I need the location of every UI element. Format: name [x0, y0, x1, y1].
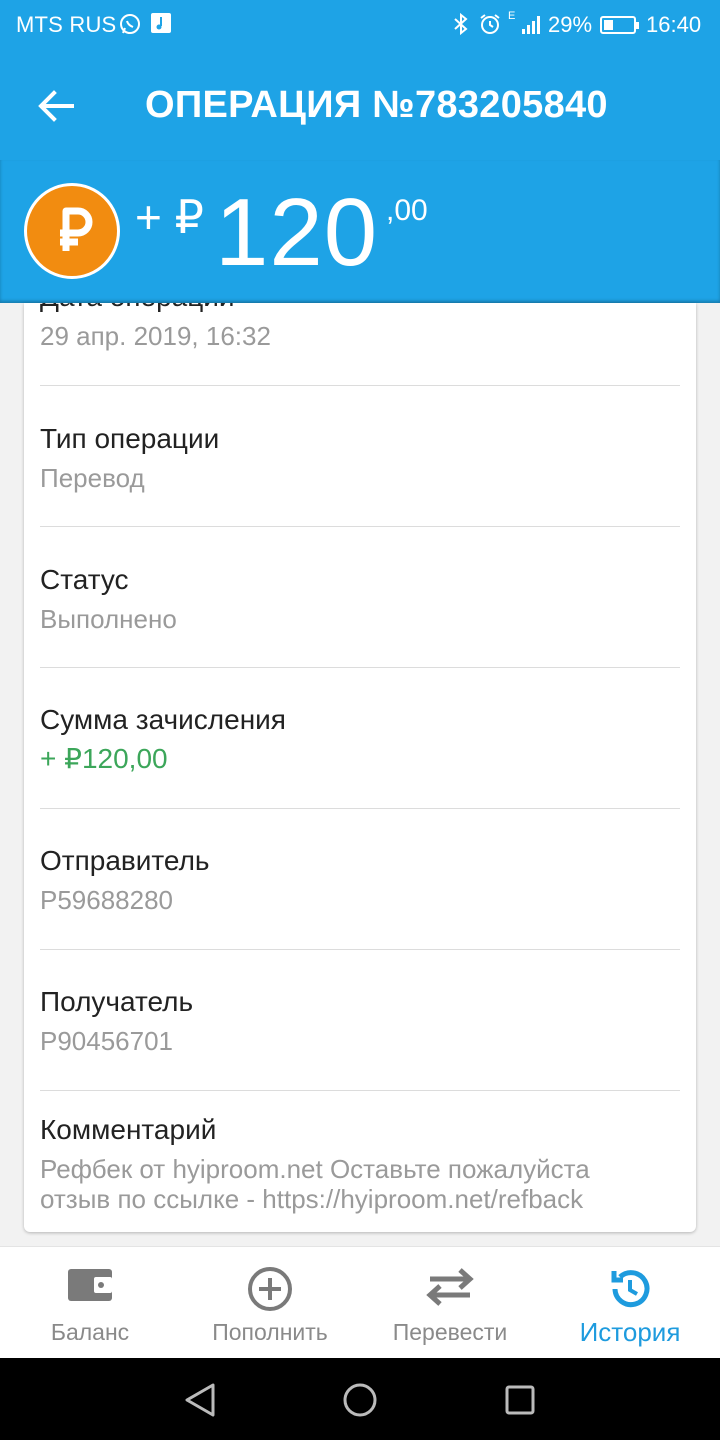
field-type: Тип операции Перевод: [40, 421, 680, 495]
signal-icon: [522, 14, 544, 34]
network-type: E: [508, 10, 516, 22]
circle-home-icon: [343, 1383, 377, 1417]
bluetooth-icon: [452, 12, 470, 42]
divider: [40, 949, 680, 950]
field-sender: Отправитель P59688280: [40, 843, 680, 917]
field-status-label: Статус: [40, 564, 129, 595]
field-recipient-value: P90456701: [40, 1026, 174, 1056]
battery-percent: 29%: [548, 12, 593, 37]
system-navigation-bar: [0, 1358, 720, 1440]
field-comment-line-2: отзыв по ссылке - https://hyiproom.net/r…: [40, 1184, 584, 1214]
history-icon: [606, 1265, 654, 1318]
field-sender-label: Отправитель: [40, 845, 210, 876]
wallet-icon: [66, 1265, 114, 1310]
field-credit-value: + ₽120,00: [40, 743, 168, 774]
nav-item-balance[interactable]: Баланс: [0, 1247, 180, 1359]
nav-item-label: Перевести: [392, 1319, 508, 1345]
amount-sign: + ₽: [135, 191, 204, 243]
divider: [40, 808, 680, 809]
amount-value: 120: [215, 179, 379, 286]
nav-item-label: Баланс: [50, 1319, 130, 1345]
clock: 16:40: [646, 12, 702, 37]
divider: [40, 385, 680, 386]
field-recipient-label: Получатель: [40, 986, 194, 1017]
field-comment: Комментарий Рефбек от hyiproom.net Остав…: [40, 1112, 680, 1214]
field-credit-amount: Сумма зачисления + ₽120,00: [40, 702, 680, 776]
amount-cents: ,00: [386, 194, 428, 227]
nav-item-label: Пополнить: [212, 1319, 328, 1345]
battery-icon: [600, 16, 639, 34]
field-date-label: Дата операции: [40, 303, 680, 315]
amount-header: + ₽ 120 ,00: [0, 160, 720, 303]
field-recipient: Получатель P90456701: [40, 984, 680, 1058]
field-date-value: 29 апр. 2019, 16:32: [40, 321, 271, 351]
system-home-button[interactable]: [338, 1378, 382, 1422]
triangle-back-icon: [185, 1383, 215, 1417]
app-bar: ОПЕРАЦИЯ №783205840: [0, 52, 720, 160]
transfer-arrows-icon: [424, 1265, 476, 1314]
field-status-value: Выполнено: [40, 604, 177, 634]
operation-details-card: Дата операции 29 апр. 2019, 16:32 Тип оп…: [24, 303, 696, 1232]
music-app-icon: [150, 12, 172, 40]
field-comment-label: Комментарий: [40, 1114, 217, 1145]
system-recents-button[interactable]: [498, 1378, 542, 1422]
nav-item-history[interactable]: История: [540, 1247, 720, 1359]
nav-item-label: История: [579, 1317, 681, 1347]
plus-circle-icon: [246, 1265, 294, 1318]
status-bar: MTS RUS E 29% 16:40: [0, 0, 720, 52]
carrier-name: MTS RUS: [16, 12, 117, 37]
field-date: Дата операции 29 апр. 2019, 16:32: [40, 303, 680, 353]
nav-item-transfer[interactable]: Перевести: [360, 1247, 540, 1359]
page-title: ОПЕРАЦИЯ №783205840: [145, 84, 608, 126]
divider: [40, 526, 680, 527]
bottom-navigation: Баланс Пополнить Перевести История: [0, 1246, 720, 1358]
field-type-label: Тип операции: [40, 423, 220, 454]
whatsapp-icon: [118, 12, 142, 42]
ruble-coin-icon: [24, 183, 120, 279]
divider: [40, 1090, 680, 1091]
field-type-value: Перевод: [40, 463, 145, 493]
system-back-button[interactable]: [178, 1378, 222, 1422]
nav-item-topup[interactable]: Пополнить: [180, 1247, 360, 1359]
alarm-icon: [478, 12, 502, 42]
square-recents-icon: [505, 1385, 535, 1415]
field-comment-line-1: Рефбек от hyiproom.net Оставьте пожалуйс…: [40, 1154, 590, 1184]
field-credit-label: Сумма зачисления: [40, 704, 286, 735]
arrow-left-icon: [38, 90, 74, 122]
field-sender-value: P59688280: [40, 885, 174, 915]
field-status: Статус Выполнено: [40, 562, 680, 636]
back-button[interactable]: [24, 76, 88, 136]
divider: [40, 667, 680, 668]
